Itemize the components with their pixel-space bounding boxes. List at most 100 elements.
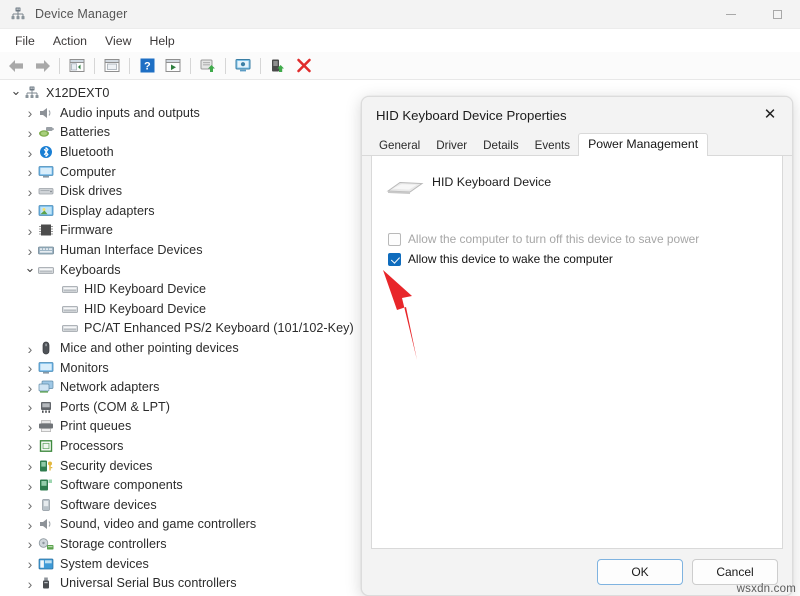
tree-item-label: Ports (COM & LPT) <box>60 398 170 417</box>
tree-item-label: HID Keyboard Device <box>84 300 206 319</box>
chevron-right-icon[interactable] <box>22 381 38 395</box>
tree-item-label: Storage controllers <box>60 535 167 554</box>
minimize-button[interactable] <box>708 0 754 29</box>
toolbar-separator <box>94 58 95 74</box>
chevron-right-icon[interactable] <box>22 185 38 199</box>
software-component-icon <box>38 478 54 493</box>
tab-general[interactable]: General <box>371 135 428 156</box>
tree-item-label: Processors <box>60 437 124 456</box>
tab-events[interactable]: Events <box>527 135 578 156</box>
tree-item-label: Security devices <box>60 457 153 476</box>
menu-item-help[interactable]: Help <box>140 32 183 50</box>
keyboard-icon <box>38 263 54 278</box>
close-icon[interactable]: ✕ <box>752 99 788 129</box>
chevron-right-icon[interactable] <box>22 224 38 238</box>
dialog-title: HID Keyboard Device Properties <box>376 108 567 123</box>
properties-icon[interactable] <box>100 55 124 77</box>
wake-computer-checkbox[interactable] <box>388 253 401 266</box>
chevron-right-icon[interactable] <box>22 498 38 512</box>
update-driver-icon[interactable] <box>196 55 220 77</box>
ok-button[interactable]: OK <box>597 559 683 585</box>
battery-icon <box>38 125 54 140</box>
save-power-checkbox[interactable] <box>388 233 401 246</box>
window-controls <box>708 0 800 29</box>
device-header: HID Keyboard Device <box>372 156 782 204</box>
show-hide-console-tree-icon[interactable] <box>65 55 89 77</box>
chevron-right-icon[interactable] <box>22 420 38 434</box>
hid-icon <box>38 243 54 258</box>
menu-item-view[interactable]: View <box>96 32 140 50</box>
tree-root-label: X12DEXT0 <box>46 84 109 103</box>
chevron-right-icon[interactable] <box>22 244 38 258</box>
chevron-right-icon[interactable] <box>22 439 38 453</box>
firmware-icon <box>38 223 54 238</box>
chevron-right-icon[interactable] <box>22 342 38 356</box>
uninstall-device-icon[interactable] <box>292 55 316 77</box>
menu-bar: File Action View Help <box>0 29 800 52</box>
display-adapter-icon <box>38 204 54 219</box>
toolbar-separator <box>129 58 130 74</box>
chevron-down-icon[interactable] <box>8 87 24 100</box>
usb-icon <box>38 576 54 591</box>
chevron-right-icon[interactable] <box>22 459 38 473</box>
tree-item-label: Keyboards <box>60 261 121 280</box>
chevron-down-icon[interactable] <box>22 264 38 277</box>
tree-item-label: Universal Serial Bus controllers <box>60 574 237 593</box>
tree-item-label: Network adapters <box>60 378 160 397</box>
device-manager-icon <box>10 6 26 22</box>
tree-item-label: Mice and other pointing devices <box>60 339 239 358</box>
cancel-button[interactable]: Cancel <box>692 559 778 585</box>
chevron-right-icon[interactable] <box>22 126 38 140</box>
chevron-right-icon[interactable] <box>22 557 38 571</box>
tree-item-label: Display adapters <box>60 202 155 221</box>
maximize-button[interactable] <box>754 0 800 29</box>
mouse-icon <box>38 341 54 356</box>
chevron-right-icon[interactable] <box>22 577 38 591</box>
enable-device-icon[interactable] <box>266 55 290 77</box>
back-arrow-icon[interactable] <box>4 55 28 77</box>
svg-text:?: ? <box>144 60 151 72</box>
watermark: wsxdn.com <box>737 583 796 595</box>
chevron-right-icon[interactable] <box>22 146 38 160</box>
menu-item-action[interactable]: Action <box>44 32 96 50</box>
chevron-right-icon[interactable] <box>22 106 38 120</box>
disk-drive-icon <box>38 184 54 199</box>
tree-item-label: Monitors <box>60 359 109 378</box>
tree-item-label: Computer <box>60 163 116 182</box>
forward-arrow-icon[interactable] <box>30 55 54 77</box>
computer-icon <box>38 165 54 180</box>
tab-details[interactable]: Details <box>475 135 526 156</box>
software-device-icon <box>38 498 54 513</box>
save-power-checkbox-row[interactable]: Allow the computer to turn off this devi… <box>372 232 782 246</box>
help-icon[interactable]: ? <box>135 55 159 77</box>
show-hidden-devices-icon[interactable] <box>231 55 255 77</box>
tree-item-label: Software devices <box>60 496 157 515</box>
scan-for-hardware-icon[interactable] <box>161 55 185 77</box>
tree-item-label: HID Keyboard Device <box>84 280 206 299</box>
chevron-right-icon[interactable] <box>22 400 38 414</box>
speaker-icon <box>38 517 54 532</box>
tree-item-label: Batteries <box>60 123 110 142</box>
tree-item-label: Bluetooth <box>60 143 114 162</box>
tab-driver[interactable]: Driver <box>428 135 475 156</box>
wake-computer-checkbox-label: Allow this device to wake the computer <box>408 252 613 266</box>
chevron-right-icon[interactable] <box>22 479 38 493</box>
toolbar-separator <box>190 58 191 74</box>
keyboard-icon <box>62 282 78 297</box>
chevron-right-icon[interactable] <box>22 537 38 551</box>
dialog-footer: OK Cancel <box>362 549 792 595</box>
device-name: HID Keyboard Device <box>432 175 551 189</box>
tree-item-label: System devices <box>60 555 149 574</box>
chevron-right-icon[interactable] <box>22 518 38 532</box>
menu-item-file[interactable]: File <box>6 32 44 50</box>
wake-computer-checkbox-row[interactable]: Allow this device to wake the computer <box>372 252 782 266</box>
chevron-right-icon[interactable] <box>22 165 38 179</box>
tab-power-management[interactable]: Power Management <box>578 133 708 156</box>
chevron-right-icon[interactable] <box>22 361 38 375</box>
keyboard-icon <box>62 321 78 336</box>
storage-icon <box>38 537 54 552</box>
window-title: Device Manager <box>35 7 127 21</box>
chevron-right-icon[interactable] <box>22 204 38 218</box>
tree-item-label: Sound, video and game controllers <box>60 515 256 534</box>
tree-item-label: Human Interface Devices <box>60 241 203 260</box>
